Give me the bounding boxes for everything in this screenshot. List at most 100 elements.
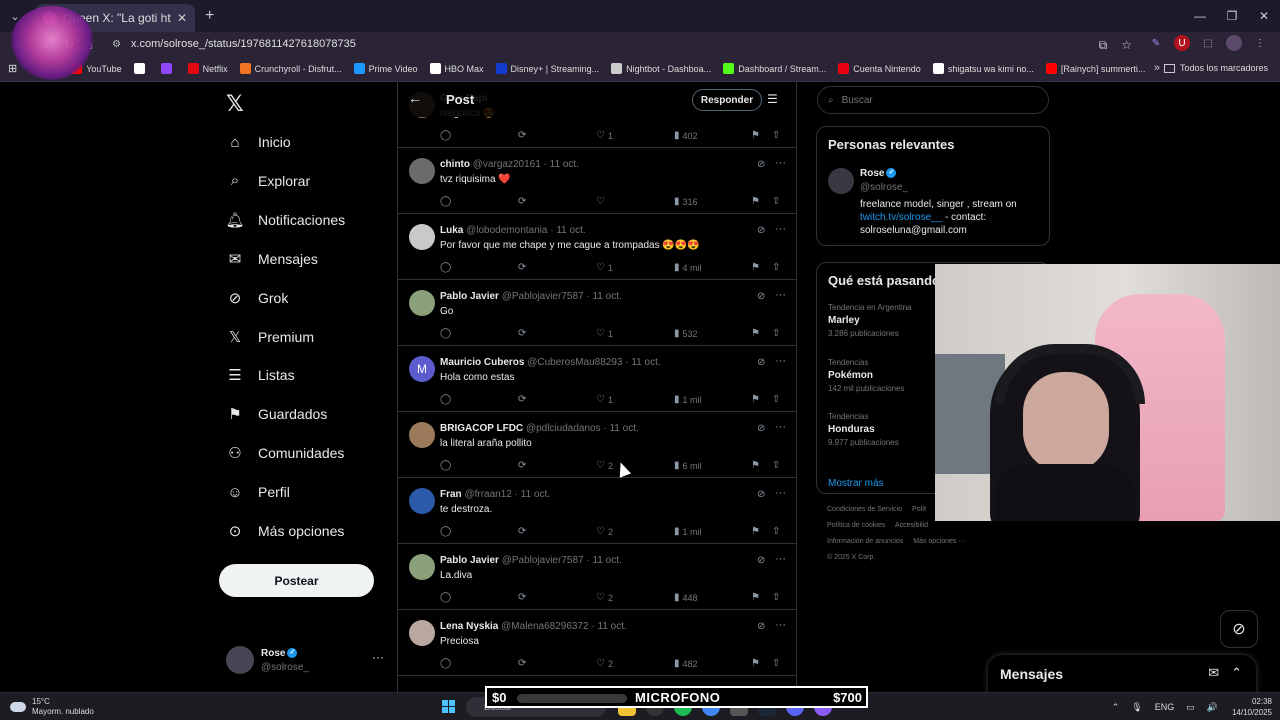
share-button[interactable]: ⇧ — [772, 592, 783, 603]
sidebar-item-2[interactable]: 🔔︎ Notificaciones — [225, 205, 345, 235]
post-button[interactable]: Postear — [219, 564, 374, 597]
retweet-button[interactable]: ⟳ — [518, 526, 529, 537]
avatar[interactable] — [409, 422, 435, 448]
bookmark-button[interactable]: ⚑ — [751, 262, 763, 273]
reply-button[interactable]: ◯ — [440, 196, 454, 207]
reply-button[interactable]: Responder — [692, 89, 762, 111]
bookmark-item[interactable] — [133, 63, 149, 74]
all-bookmarks-folder[interactable]: Todos los marcadores — [1163, 63, 1268, 73]
more-dots-icon[interactable]: ··· — [775, 619, 786, 631]
like-button[interactable]: ♡ 2 — [596, 526, 613, 537]
bookmark-item[interactable]: Nightbot - Dashboa... — [611, 63, 711, 74]
views-button[interactable]: ▮ 482 — [674, 658, 698, 669]
retweet-button[interactable]: ⟳ — [518, 196, 529, 207]
views-button[interactable]: ▮ 316 — [674, 196, 698, 207]
bookmark-item[interactable]: shigatsu wa kimi no... — [932, 63, 1034, 74]
sidebar-item-9[interactable]: ☺ Perfil — [226, 477, 290, 507]
reply-button[interactable]: ◯ — [440, 592, 454, 603]
bio-link[interactable]: twitch.tv/solrose__ — [860, 212, 942, 223]
network-icon[interactable]: ▭ — [1186, 702, 1195, 713]
share-button[interactable]: ⇧ — [772, 394, 783, 405]
more-dots-icon[interactable]: ··· — [775, 157, 786, 169]
like-button[interactable]: ♡ 1 — [596, 394, 613, 405]
reply-button[interactable]: ◯ — [440, 328, 454, 339]
share-button[interactable]: ⇧ — [772, 460, 783, 471]
bookmark-star-icon[interactable]: ☆ — [1121, 38, 1132, 53]
avatar[interactable] — [828, 168, 854, 194]
bookmark-button[interactable]: ⚑ — [751, 130, 763, 141]
grok-explain-icon[interactable]: ⊘ — [757, 555, 765, 566]
reply-button[interactable]: ◯ — [440, 262, 454, 273]
bookmarks-overflow-icon[interactable]: » — [1154, 62, 1160, 74]
tweet-author-name[interactable]: Fran — [440, 489, 462, 500]
tweet-author-name[interactable]: BRIGACOP LFDC — [440, 423, 523, 434]
tweet-row[interactable]: Pablo Javier @Pablojavier7587 · 11 oct. G… — [398, 280, 796, 346]
apps-grid-icon[interactable]: ⊞ — [8, 62, 17, 75]
tray-overflow-icon[interactable]: ⌃ — [1112, 702, 1120, 713]
more-dots-icon[interactable]: ··· — [775, 553, 786, 565]
trend-item[interactable]: Tendencias Honduras 9.977 publicaciones — [828, 412, 899, 447]
grok-explain-icon[interactable]: ⊘ — [757, 489, 765, 500]
views-button[interactable]: ▮ 448 — [674, 592, 698, 603]
views-button[interactable]: ▮ 532 — [674, 328, 698, 339]
tab-close-icon[interactable]: ✕ — [177, 11, 187, 25]
bookmark-item[interactable]: Cuenta Nintendo — [838, 63, 921, 74]
tweet-author-name[interactable]: Pablo Javier — [440, 291, 499, 302]
bookmark-button[interactable]: ⚑ — [751, 394, 763, 405]
retweet-button[interactable]: ⟳ — [518, 658, 529, 669]
bookmark-item[interactable]: Crunchyroll - Disfrut... — [239, 63, 342, 74]
share-button[interactable]: ⇧ — [772, 262, 783, 273]
grok-floating-button[interactable]: ⊘ — [1220, 610, 1258, 648]
weather-widget[interactable]: 15°C Mayorm. nublado — [10, 697, 94, 717]
tweet-date[interactable]: 11 oct. — [598, 621, 627, 632]
grok-explain-icon[interactable]: ⊘ — [757, 357, 765, 368]
footer-link[interactable]: Polít — [912, 506, 926, 513]
clock[interactable]: 02:38 14/10/2025 — [1232, 696, 1272, 718]
tweet-author-name[interactable]: Luka — [440, 225, 463, 236]
x-logo-icon[interactable]: 𝕏 — [226, 92, 244, 117]
share-button[interactable]: ⇧ — [772, 658, 783, 669]
install-app-icon[interactable]: ⧉ — [1099, 38, 1108, 53]
site-info-icon[interactable]: ⚙ — [112, 39, 121, 50]
retweet-button[interactable]: ⟳ — [518, 130, 529, 141]
reply-button[interactable]: ◯ — [440, 658, 454, 669]
grok-explain-icon[interactable]: ⊘ — [757, 621, 765, 632]
browser-menu-icon[interactable]: ⋮ — [1252, 35, 1268, 51]
reply-button[interactable]: ◯ — [440, 526, 454, 537]
bookmark-item[interactable]: Prime Video — [353, 63, 418, 74]
retweet-button[interactable]: ⟳ — [518, 460, 529, 471]
bookmark-button[interactable]: ⚑ — [751, 196, 763, 207]
back-arrow-icon[interactable]: ← — [408, 90, 422, 106]
more-dots-icon[interactable]: ··· — [372, 650, 384, 664]
volume-icon[interactable]: 🔊 — [1207, 702, 1218, 713]
tweet-author-name[interactable]: Lena Nyskia — [440, 621, 498, 632]
tweet-row[interactable]: Fran @frraan12 · 11 oct. te destroza. ⊘ ···… — [398, 478, 796, 544]
more-dots-icon[interactable]: ··· — [775, 355, 786, 367]
views-button[interactable]: ▮ 402 — [674, 130, 698, 141]
reply-button[interactable]: ◯ — [440, 130, 454, 141]
like-button[interactable]: ♡ — [596, 196, 608, 207]
bookmark-button[interactable]: ⚑ — [751, 460, 763, 471]
bookmark-item[interactable]: [Rainych] summerti... — [1045, 63, 1145, 74]
relevant-person-name-row[interactable]: Rose ✓ — [860, 168, 897, 179]
more-dots-icon[interactable]: ··· — [775, 223, 786, 235]
reply-button[interactable]: ◯ — [440, 460, 454, 471]
tweet-row[interactable]: Pablo Javier @Pablojavier7587 · 11 oct. L… — [398, 544, 796, 610]
tweet-author-name[interactable]: Mauricio Cuberos — [440, 357, 524, 368]
avatar[interactable] — [409, 488, 435, 514]
tweet-date[interactable]: 11 oct. — [556, 225, 585, 236]
tweet-row[interactable]: chinto @vargaz20161 · 11 oct. tvz riquisi… — [398, 148, 796, 214]
more-dots-icon[interactable]: ··· — [775, 421, 786, 433]
footer-link[interactable]: Condiciones de Servicio — [827, 506, 902, 513]
sidebar-item-10[interactable]: ⊙ Más opciones — [226, 516, 345, 546]
tweet-row[interactable]: BRIGACOP LFDC @pdlciudadanos · 11 oct. la… — [398, 412, 796, 478]
share-button[interactable]: ⇧ — [772, 526, 783, 537]
retweet-button[interactable]: ⟳ — [518, 592, 529, 603]
account-switcher[interactable]: Rose ✓ @solrose_ ··· — [226, 644, 386, 676]
views-button[interactable]: ▮ 4 mil — [674, 262, 702, 273]
tweet-date[interactable]: 11 oct. — [521, 489, 550, 500]
bookmark-item[interactable]: Netflix — [187, 63, 228, 74]
tweet-date[interactable]: 11 oct. — [631, 357, 660, 368]
like-button[interactable]: ♡ 1 — [596, 130, 613, 141]
grok-explain-icon[interactable]: ⊘ — [757, 225, 765, 236]
